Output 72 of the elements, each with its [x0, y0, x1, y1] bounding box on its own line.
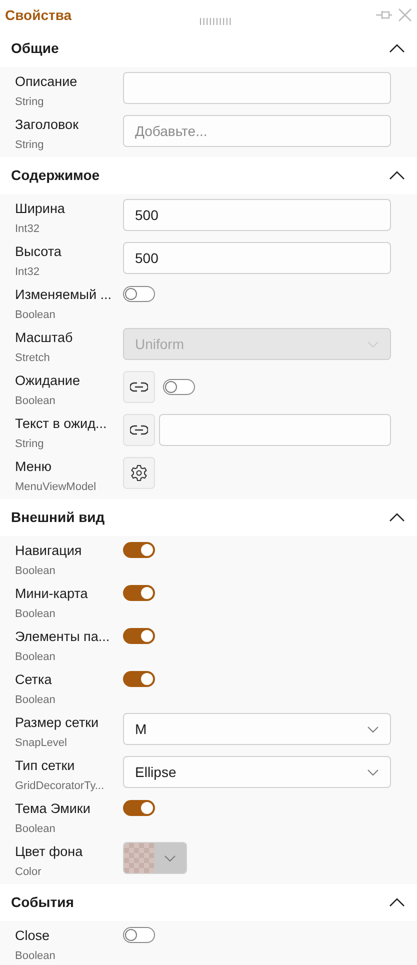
link-button[interactable] [123, 371, 155, 403]
dropdown[interactable]: Ellipse [123, 756, 391, 788]
property-label: Тема Эмики [15, 801, 90, 818]
property-type: Int32 [15, 266, 40, 280]
property-type: Boolean [15, 950, 56, 964]
property-type: Boolean [15, 309, 56, 322]
property-type: SnapLevel [15, 737, 67, 750]
property-label: Размер сетки [15, 715, 99, 732]
section-header[interactable]: События [0, 884, 417, 921]
property-type: Int32 [15, 223, 40, 236]
section-header[interactable]: Внешний вид [0, 499, 417, 536]
section-header[interactable]: Общие [0, 30, 417, 67]
property-type: GridDecoratorTy... [15, 780, 104, 794]
property-label: Цвет фона [15, 844, 83, 860]
property-label: Мини-карта [15, 586, 88, 602]
property-type: Color [15, 866, 42, 880]
toggle-switch[interactable] [123, 585, 155, 601]
toggle-switch[interactable] [123, 286, 155, 302]
section-title: Содержимое [11, 166, 100, 185]
link-icon [130, 382, 148, 392]
property-label: Тип сетки [15, 758, 75, 774]
property-type: String [15, 438, 44, 452]
property-label: Сетка [15, 672, 52, 688]
text-field[interactable]: 500 [123, 242, 391, 274]
toggle-switch[interactable] [123, 542, 155, 558]
property-type: Stretch [15, 352, 50, 366]
property-label: Close [15, 928, 50, 944]
section-header[interactable]: Содержимое [0, 157, 417, 194]
chevron-down-icon [164, 854, 176, 862]
text-field[interactable] [123, 72, 391, 104]
property-type: Boolean [15, 565, 56, 578]
property-label: Изменяемый ... [15, 287, 112, 304]
property-type: String [15, 139, 44, 152]
text-field[interactable]: Добавьте... [123, 115, 391, 147]
property-type: Boolean [15, 395, 56, 408]
property-type: MenuViewModel [15, 481, 96, 494]
property-label: Элементы па... [15, 629, 110, 646]
property-type: Boolean [15, 823, 56, 836]
dropdown: Uniform [123, 328, 391, 360]
panel-title: Свойства [5, 6, 72, 24]
property-label: Навигация [15, 543, 82, 560]
section-title: Внешний вид [11, 508, 105, 527]
settings-icon [130, 464, 148, 482]
property-type: Boolean [15, 651, 56, 664]
property-label: Высота [15, 244, 62, 260]
link-icon [130, 425, 148, 435]
text-field[interactable]: 500 [123, 199, 391, 231]
property-type: String [15, 96, 44, 110]
toggle-switch[interactable] [123, 671, 155, 687]
chevron-down-icon [367, 769, 379, 776]
dropdown[interactable]: M [123, 713, 391, 745]
property-label: Текст в ожид... [15, 416, 107, 432]
color-picker[interactable] [123, 842, 187, 874]
property-label: Описание [15, 74, 78, 90]
chevron-down-icon [367, 341, 379, 348]
toggle-switch[interactable] [123, 927, 155, 943]
section-title: События [11, 893, 74, 912]
property-type: Boolean [15, 694, 56, 708]
property-label: Масштаб [15, 330, 73, 346]
toggle-switch[interactable] [123, 628, 155, 644]
toggle-switch[interactable] [163, 379, 195, 395]
property-label: Ожидание [15, 373, 80, 390]
section-title: Общие [11, 39, 59, 58]
link-button[interactable] [123, 414, 155, 446]
chevron-down-icon [367, 726, 379, 734]
text-field[interactable] [159, 414, 391, 446]
property-type: Boolean [15, 608, 56, 622]
settings-button[interactable] [123, 457, 155, 489]
toggle-switch[interactable] [123, 800, 155, 816]
property-label: Меню [15, 459, 52, 476]
property-label: Ширина [15, 201, 65, 218]
property-label: Заголовок [15, 117, 78, 134]
